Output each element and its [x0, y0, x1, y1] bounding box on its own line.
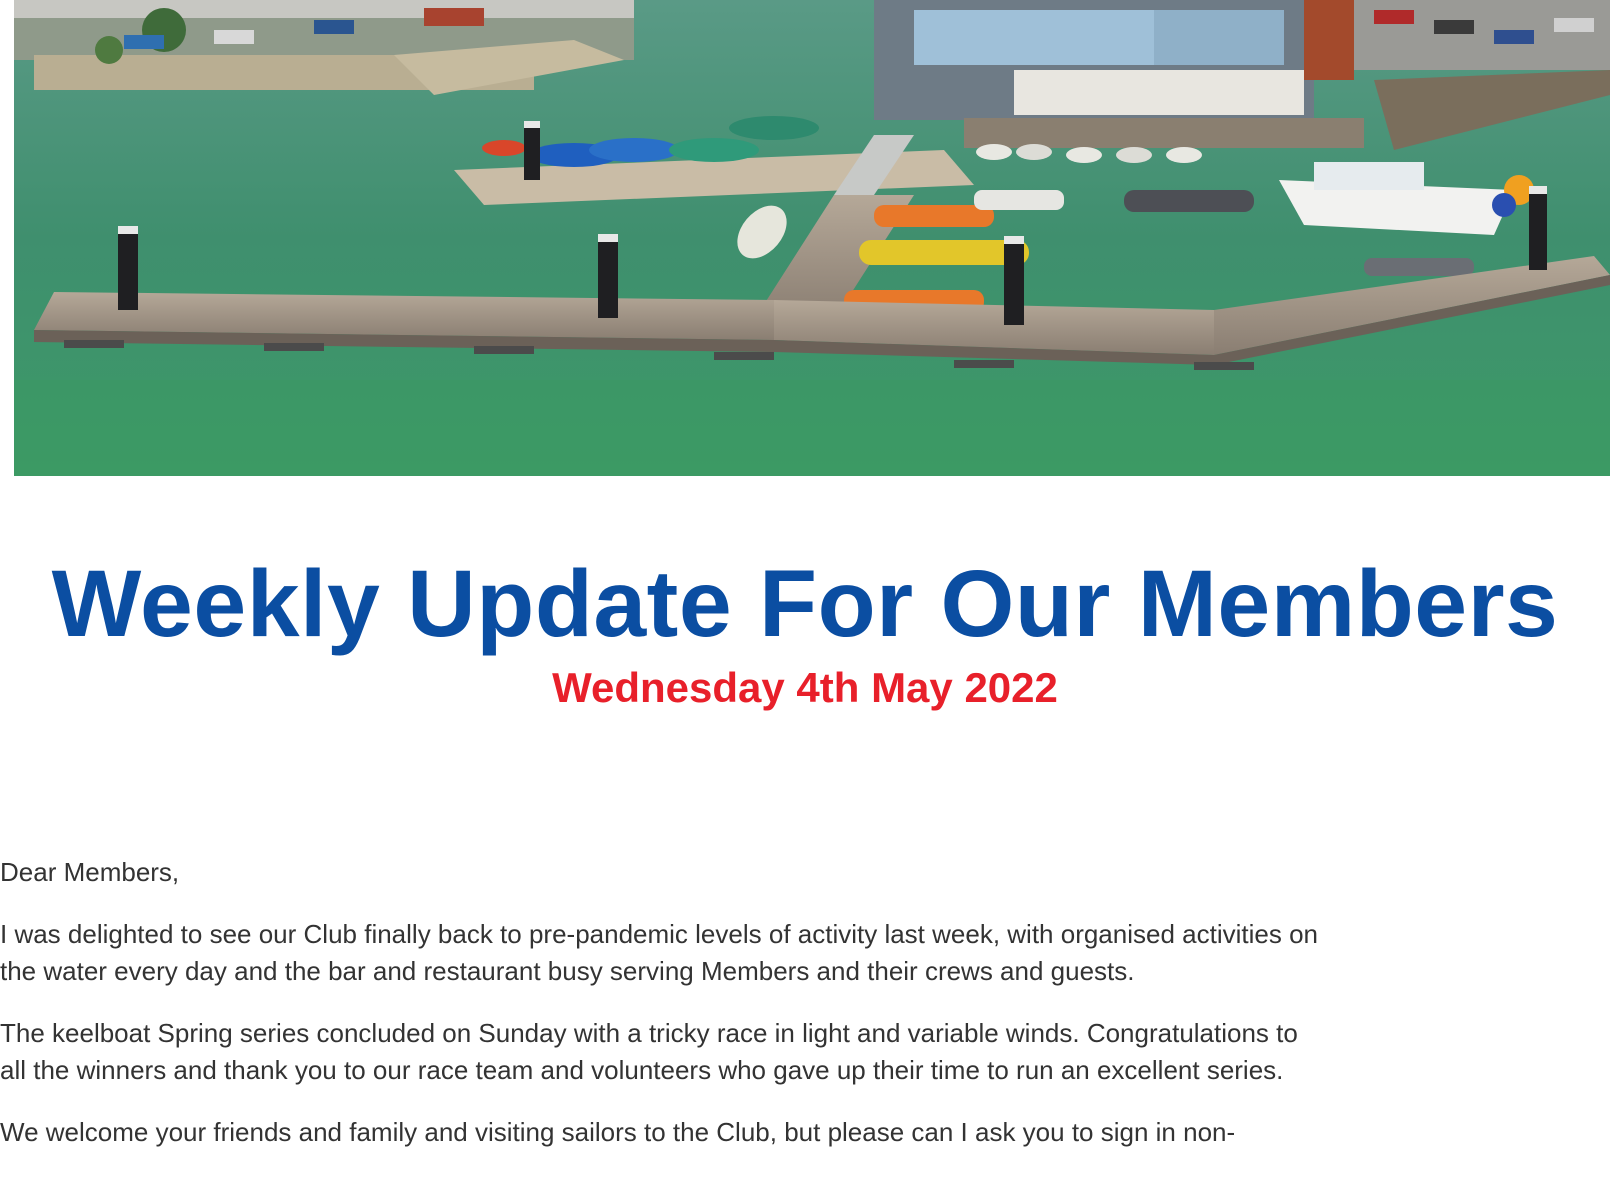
- harbour-photo: [14, 0, 1610, 476]
- paragraph-2: The keelboat Spring series concluded on …: [0, 1015, 1610, 1089]
- newsletter-header: Weekly Update For Our Members Wednesday …: [0, 548, 1610, 716]
- paragraph-1: I was delighted to see our Club finally …: [0, 916, 1610, 990]
- paragraph-3-line-1: We welcome your friends and family and v…: [0, 1117, 1236, 1147]
- paragraph-3: We welcome your friends and family and v…: [0, 1114, 1610, 1151]
- paragraph-2-line-1: The keelboat Spring series concluded on …: [0, 1018, 1298, 1048]
- paragraph-1-line-1: I was delighted to see our Club finally …: [0, 919, 1318, 949]
- paragraph-1-line-2: the water every day and the bar and rest…: [0, 956, 1135, 986]
- page-title: Weekly Update For Our Members: [51, 551, 1559, 657]
- letter-body: Dear Members, I was delighted to see our…: [0, 854, 1610, 1176]
- newsletter-date: Wednesday 4th May 2022: [552, 664, 1058, 711]
- paragraph-2-line-2: all the winners and thank you to our rac…: [0, 1055, 1284, 1085]
- salutation: Dear Members,: [0, 857, 180, 887]
- hero-image: [14, 0, 1610, 476]
